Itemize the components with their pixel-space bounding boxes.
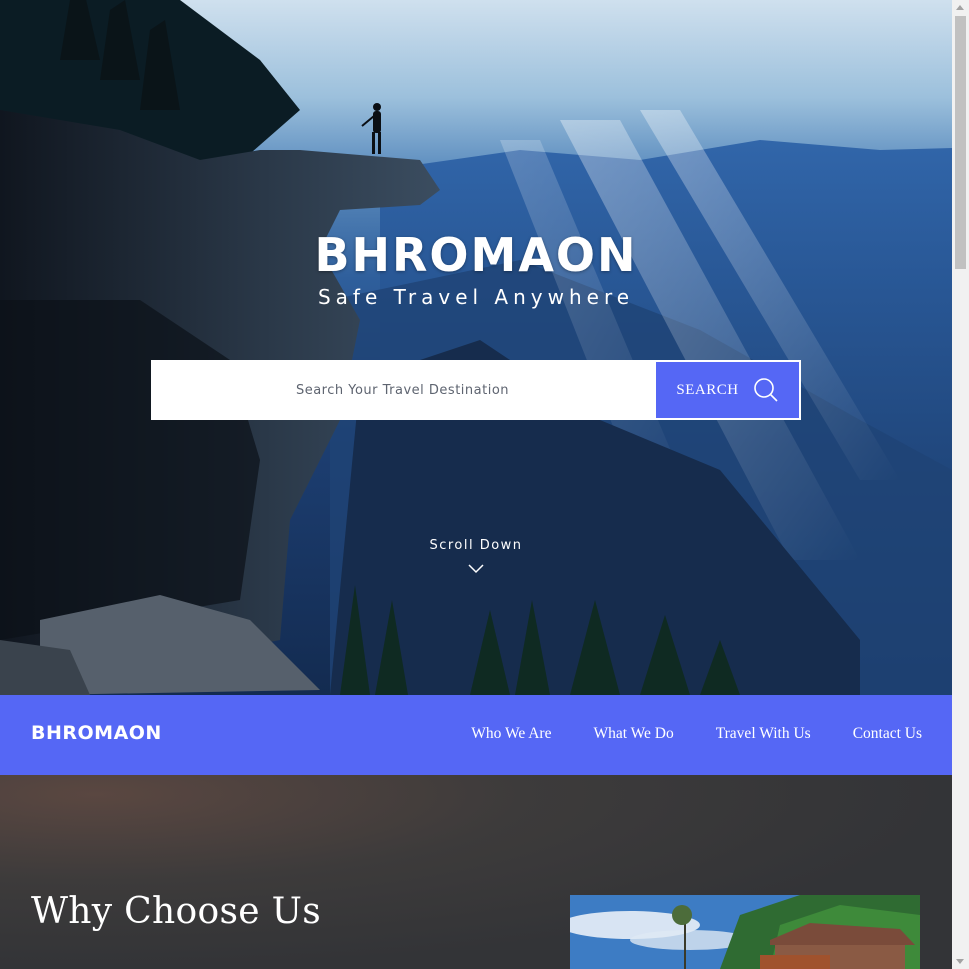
search-button[interactable]: SEARCH (654, 360, 801, 420)
nav-link-who-we-are[interactable]: Who We Are (471, 725, 551, 743)
why-choose-us-section: Why Choose Us (0, 775, 952, 969)
scroll-down-link[interactable]: Scroll Down (0, 538, 952, 553)
scroll-up-arrow-icon[interactable] (956, 5, 964, 10)
search-button-label: SEARCH (676, 381, 739, 398)
navbar-links: Who We Are What We Do Travel With Us Con… (471, 695, 922, 773)
main-navbar: BHROMAON Who We Are What We Do Travel Wi… (0, 695, 952, 775)
hero-brand-title: BHROMAON (314, 228, 638, 282)
chevron-down-icon[interactable] (468, 563, 484, 575)
nav-link-contact-us[interactable]: Contact Us (853, 725, 922, 743)
navbar-brand-logo[interactable]: BHROMAON (31, 695, 162, 771)
page: BHROMAON Safe Travel Anywhere SEARCH Scr… (0, 0, 952, 969)
nav-link-travel-with-us[interactable]: Travel With Us (716, 725, 811, 743)
search-icon (753, 378, 778, 402)
scroll-down-arrow-icon[interactable] (956, 959, 964, 964)
hero-tagline: Safe Travel Anywhere (317, 285, 635, 309)
hero-background-image (0, 0, 952, 695)
section-image (570, 895, 920, 969)
scrollbar-thumb[interactable] (955, 16, 966, 269)
section-heading: Why Choose Us (31, 891, 321, 932)
page-scrollbar[interactable] (952, 0, 969, 969)
nav-link-what-we-do[interactable]: What We Do (593, 725, 673, 743)
search-input[interactable] (151, 360, 654, 420)
search-bar: SEARCH (151, 360, 801, 420)
hero-section: BHROMAON Safe Travel Anywhere SEARCH Scr… (0, 0, 952, 695)
